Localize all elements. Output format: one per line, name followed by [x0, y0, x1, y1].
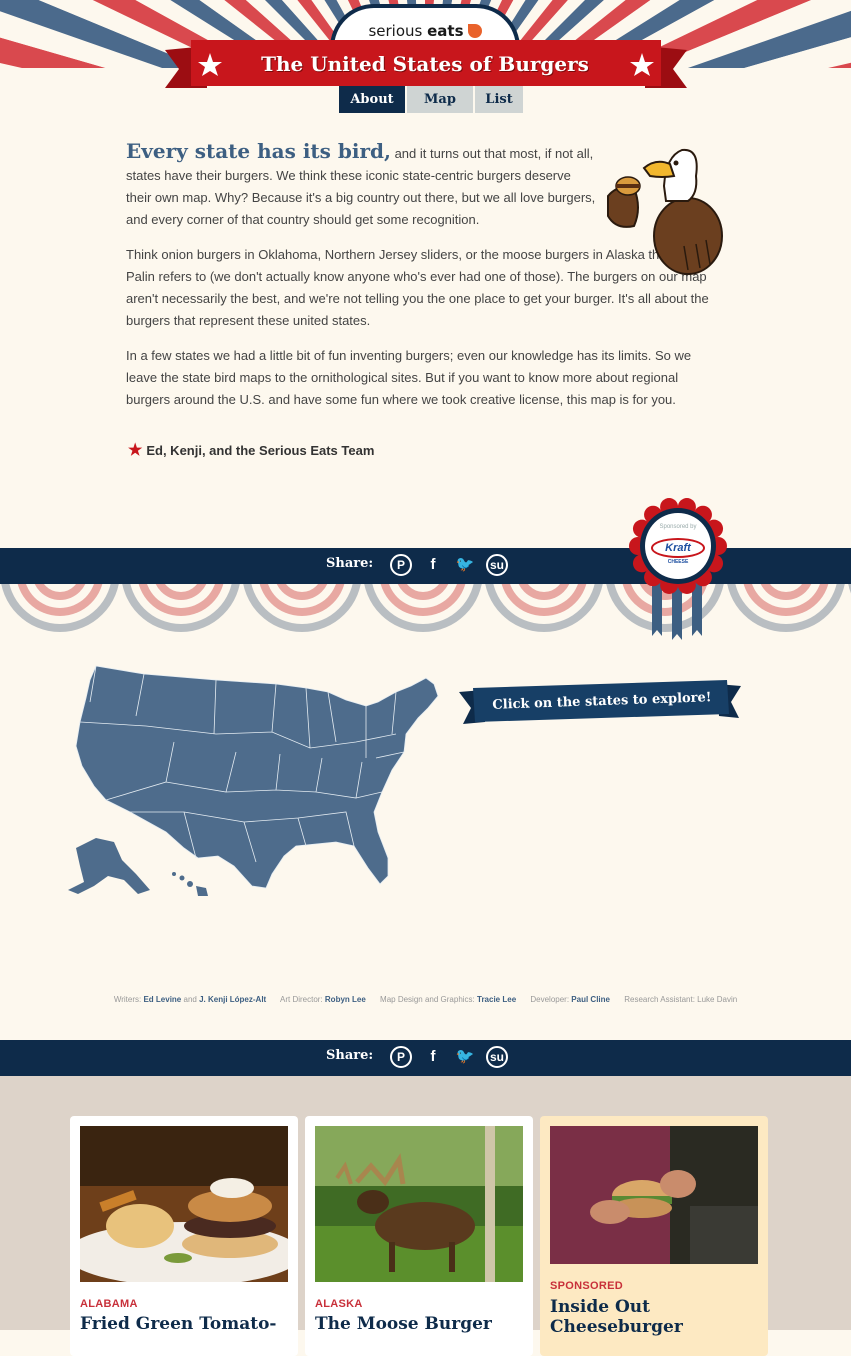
burger-card-sponsored[interactable]: SPONSORED Inside Out Cheeseburger: [540, 1116, 768, 1356]
logo-chili-icon: [467, 24, 482, 38]
facebook-icon[interactable]: f: [422, 1046, 444, 1068]
facebook-icon[interactable]: f: [422, 554, 444, 576]
pinterest-icon[interactable]: P: [390, 554, 412, 576]
card-title[interactable]: Inside Out Cheeseburger: [550, 1297, 760, 1337]
credit-link-paul-cline[interactable]: Paul Cline: [571, 995, 610, 1004]
intro-paragraph-1: Every state has its bird, and it turns o…: [126, 140, 596, 231]
twitter-icon[interactable]: 🐦: [454, 554, 476, 576]
map-alaska: [68, 838, 150, 894]
burger-plate-photo: [80, 1126, 288, 1282]
credit-link-tracie-lee[interactable]: Tracie Lee: [477, 995, 516, 1004]
eagle-mascot-icon: [607, 148, 723, 275]
tab-about[interactable]: About: [339, 86, 405, 113]
map-contiguous-us: [75, 665, 439, 889]
signature-text: Ed, Kenji, and the Serious Eats Team: [146, 443, 375, 458]
burger-card-alaska[interactable]: ALASKA The Moose Burger: [305, 1116, 533, 1356]
credits-dev-label: Developer:: [530, 995, 570, 1004]
credits-design-label: Map Design and Graphics:: [380, 995, 475, 1004]
burger-card-alabama[interactable]: ALABAMA Fried Green Tomato-: [70, 1116, 298, 1356]
pinterest-icon[interactable]: P: [390, 1046, 412, 1068]
credits-writers-label: Writers:: [113, 995, 142, 1004]
credits: Writers: Ed Levine and J. Kenji López-Al…: [0, 995, 851, 1004]
card-state: ALABAMA: [80, 1298, 138, 1310]
card-state: ALASKA: [315, 1298, 363, 1310]
logo-text: serious eats: [368, 22, 482, 40]
share-icons: P f 🐦 su: [390, 554, 508, 576]
sponsored-by-label: Sponsored by: [659, 524, 697, 530]
kraft-cheese-label: CHEESE: [667, 559, 689, 565]
tab-map[interactable]: Map: [407, 86, 473, 113]
moose-photo: [315, 1126, 523, 1282]
twitter-icon[interactable]: 🐦: [454, 1046, 476, 1068]
tab-list[interactable]: List: [475, 86, 523, 113]
share-bar-bottom: Share: P f 🐦 su: [0, 1040, 851, 1076]
star-icon: ★: [128, 442, 143, 459]
sponsor-rosette[interactable]: [628, 498, 728, 643]
card-title[interactable]: Fried Green Tomato-: [80, 1314, 290, 1334]
map-hawaii: [172, 872, 208, 896]
credits-and: and: [183, 995, 197, 1004]
credit-link-kenji[interactable]: J. Kenji López-Alt: [199, 995, 266, 1004]
card-kicker: SPONSORED: [550, 1280, 623, 1292]
view-tabs: About Map List: [339, 86, 525, 113]
share-label: Share:: [326, 1048, 374, 1063]
page-title: The United States of Burgers: [261, 52, 589, 76]
share-label: Share:: [326, 556, 374, 571]
grilled-burger-photo: [550, 1126, 758, 1264]
kraft-logo: Kraft: [651, 538, 705, 558]
stumbleupon-icon[interactable]: su: [486, 554, 508, 576]
us-states-map[interactable]: [66, 662, 441, 902]
signature: ★ Ed, Kenji, and the Serious Eats Team: [128, 440, 374, 460]
stumbleupon-icon[interactable]: su: [486, 1046, 508, 1068]
intro-paragraph-3: In a few states we had a little bit of f…: [126, 348, 692, 407]
credits-research: Research Assistant: Luke Davin: [624, 995, 738, 1004]
share-icons: P f 🐦 su: [390, 1046, 508, 1068]
credit-link-ed-levine[interactable]: Ed Levine: [143, 995, 181, 1004]
credit-link-robyn-lee[interactable]: Robyn Lee: [325, 995, 366, 1004]
credits-art-label: Art Director:: [280, 995, 323, 1004]
intro-lead: Every state has its bird,: [126, 139, 391, 163]
card-title[interactable]: The Moose Burger: [315, 1314, 525, 1334]
